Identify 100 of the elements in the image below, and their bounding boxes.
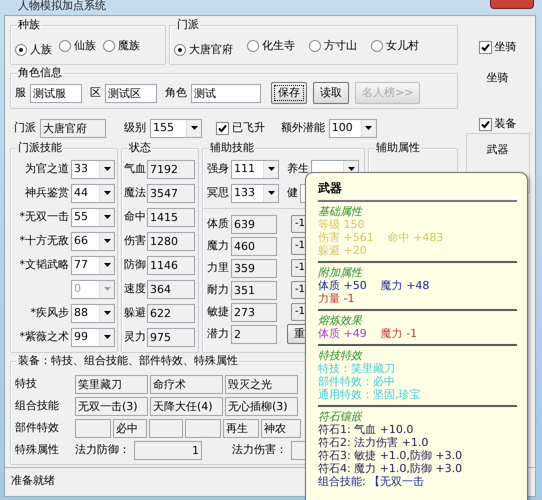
dropdown[interactable]: 55 [71,208,115,226]
section-label: 坐骑 [486,70,508,86]
field-label: 角色 [165,84,187,101]
button[interactable]: 保存 [271,82,307,104]
text-field[interactable]: 测试 [191,84,261,102]
tooltip-text: 魔力 +48 [380,279,430,292]
row-label: 特技 [15,376,38,392]
group-title: 门派技能 [17,141,63,155]
section-heading: 附加属性 [318,266,364,279]
tooltip-text: 体质 +50 [318,279,367,292]
skill-label: *无双一击 [20,208,69,225]
dropdown[interactable]: 33 [71,160,115,178]
tooltip-text: 组合技能: 【无双一击 [318,475,424,488]
text-field[interactable]: 天降大任(4) [150,396,223,416]
field-label: 额外潜能 [280,120,325,136]
skill-label: 强身 [207,160,229,177]
text-field[interactable]: 无双一击(3) [75,396,148,416]
dropdown[interactable]: 111 [231,160,279,178]
text-field[interactable]: 359 [231,258,277,278]
text-field[interactable]: 毁灭之光 [225,374,298,394]
text-field[interactable]: 3547 [147,184,195,202]
radio-label: 女儿村 [386,38,419,54]
radio-button[interactable] [15,44,27,56]
text-field[interactable]: 351 [231,280,277,300]
text-field[interactable]: 再生 [223,418,259,438]
row-label: 组合技能 [15,398,60,414]
dropdown[interactable]: 133 [231,184,279,202]
tooltip-title: 武器 [318,181,342,195]
checkbox[interactable] [216,122,229,134]
dropdown[interactable]: 155 [150,118,202,138]
dropdown[interactable]: 99 [71,328,115,346]
equipment-item[interactable]: 武器 [486,142,508,158]
text-field[interactable] [75,418,111,438]
dropdown[interactable]: 77 [71,256,115,274]
button[interactable]: 读取 [313,82,349,104]
radio-label: 人族 [30,42,52,58]
text-field[interactable]: 622 [147,304,195,322]
row-label: 部件特效 [15,420,60,436]
attribute-label: 耐力 [207,282,229,298]
field-label: 级别 [124,120,146,136]
radio-label: 化生寺 [262,38,295,54]
text-field[interactable]: 命疗术 [150,374,223,394]
text-field[interactable]: 必中 [113,418,147,438]
caret-icon [104,215,110,219]
status-text: 准备就绪 [11,474,55,487]
caret-icon [104,167,110,171]
caret-icon [104,335,110,339]
attribute-label: 敏捷 [207,304,229,320]
text-field[interactable] [185,418,221,438]
text-field[interactable]: 460 [231,236,277,256]
text-field[interactable]: 7192 [147,160,195,178]
skill-label: *文韬武略 [20,256,69,273]
dropdown[interactable]: 44 [71,184,115,202]
text-field[interactable]: 测试区 [105,84,157,102]
group-title: 种族 [17,18,41,32]
dropdown[interactable]: 100 [328,118,377,138]
text-field[interactable]: 大唐官府 [40,118,106,138]
text-field[interactable]: 975 [147,328,195,346]
radio-button[interactable] [103,40,115,52]
stat-label: 躲避 [124,304,146,321]
text-field[interactable]: 639 [231,214,277,234]
text-field[interactable]: 神农 [261,418,301,438]
text-field[interactable]: 测试服 [30,84,82,102]
radio-button[interactable] [309,40,321,52]
checkbox[interactable] [478,118,492,131]
text-field[interactable]: 1415 [147,208,195,226]
group-title: 状态 [128,141,152,155]
text-field[interactable]: 2 [231,324,277,344]
caret-icon [190,126,198,130]
caret-icon [104,239,110,243]
tooltip-text: 体质 +49 [318,327,367,340]
checkbox[interactable] [478,40,492,54]
skill-label: 神兵鉴赏 [25,184,69,201]
radio-button[interactable] [174,44,186,56]
radio-button[interactable] [247,40,259,52]
attribute-label: 力里 [207,260,229,276]
stat-label: 魔法 [124,184,146,201]
dropdown[interactable]: 66 [71,232,115,250]
text-field[interactable]: 1146 [147,256,195,274]
tooltip-text: 伤害 +561 [318,231,374,244]
dropdown[interactable]: 88 [71,304,115,322]
text-field[interactable]: 1 [134,441,202,460]
text-field[interactable]: 364 [147,280,195,298]
caret-icon [104,263,110,267]
radio-button[interactable] [371,40,383,52]
text-field[interactable] [149,418,183,438]
radio-button[interactable] [59,40,71,52]
radio-label: 仙族 [74,38,96,54]
tooltip-text: 力量 -1 [318,292,354,305]
text-field[interactable]: 1280 [147,232,195,250]
stat-label: 伤害 [124,232,146,249]
close-button[interactable] [490,0,534,9]
field-label: 法力防御： [75,442,130,458]
skill-label: *疾风步 [30,304,69,321]
field-label: 服 [15,84,26,101]
text-field[interactable]: 笑里藏刀 [75,374,148,394]
text-field[interactable]: 273 [231,302,277,322]
caret-icon [268,191,274,195]
text-field[interactable]: 无心插柳(3) [225,396,298,416]
radio-label: 大唐官府 [189,42,233,58]
